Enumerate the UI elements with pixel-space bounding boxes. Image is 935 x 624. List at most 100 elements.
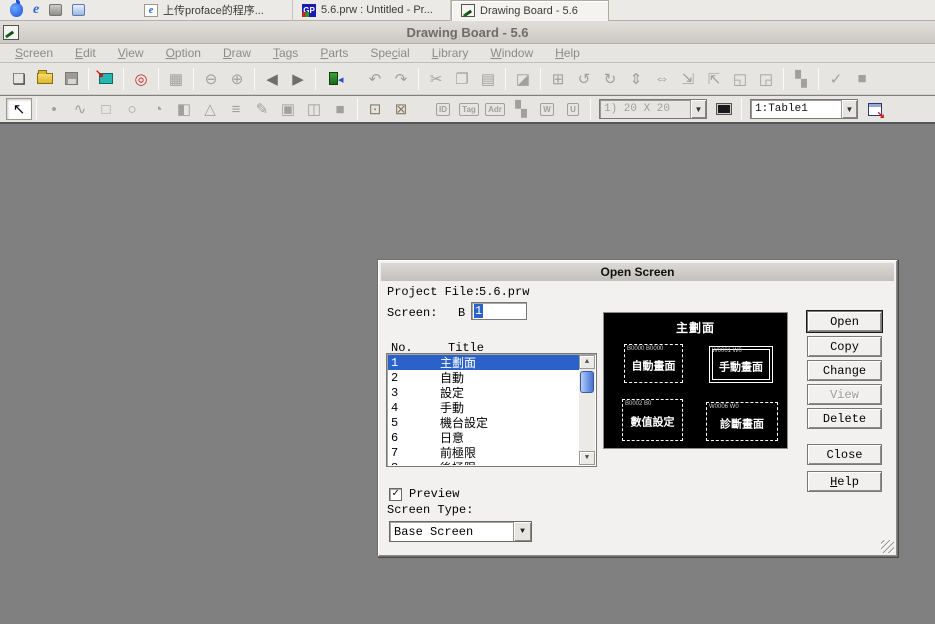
- scrollbar-thumb[interactable]: [580, 371, 594, 393]
- close-button[interactable]: Close: [807, 444, 882, 465]
- drive-icon[interactable]: [49, 4, 62, 16]
- delete-button[interactable]: Delete: [807, 408, 882, 429]
- screen-list: 1主劃面2自動3設定4手動5機台設定6日意7前極限8後極限 ▲ ▼: [386, 353, 597, 467]
- list-item[interactable]: 2自動: [388, 370, 579, 385]
- screen-prefix: B: [458, 306, 465, 320]
- taskbar-tab-0[interactable]: e上传proface的程序...: [135, 0, 293, 21]
- preview-button-label: 診斷畫面: [707, 415, 777, 431]
- list-item[interactable]: 5機台設定: [388, 415, 579, 430]
- menu-option[interactable]: Option: [155, 46, 212, 60]
- simulation-icon: ▦: [169, 70, 183, 88]
- menu-edit[interactable]: Edit: [64, 46, 107, 60]
- select-tool-button[interactable]: ↖: [6, 98, 32, 120]
- line-tool-icon: ∿: [74, 100, 87, 118]
- preview-button-label: 手動畫面: [710, 358, 772, 374]
- window-app-icon[interactable]: [72, 4, 85, 16]
- preview-button: W0006 W0診斷畫面: [706, 402, 778, 441]
- menu-library[interactable]: Library: [421, 46, 480, 60]
- screen-label: Screen:: [387, 306, 437, 320]
- next-screen-button[interactable]: ▶: [285, 67, 311, 91]
- taskbar-tab-2[interactable]: Drawing Board - 5.6: [451, 0, 609, 21]
- shrink-icon: ⇲: [682, 70, 695, 88]
- load-screen-button[interactable]: ⊡: [362, 98, 388, 120]
- menu-window[interactable]: Window: [479, 46, 544, 60]
- load-screen-icon: ⊡: [369, 100, 382, 118]
- filled-rect-tool-button: ■: [327, 98, 353, 120]
- menu-tags[interactable]: Tags: [262, 46, 309, 60]
- window-title: Drawing Board - 5.6: [0, 25, 935, 40]
- menu-view[interactable]: View: [107, 46, 155, 60]
- list-item[interactable]: 1主劃面: [388, 355, 579, 370]
- scroll-down-icon[interactable]: ▼: [579, 451, 595, 465]
- project-file-label: Project File:: [387, 285, 481, 299]
- image-tool-icon: ▣: [281, 100, 295, 118]
- redo-icon: ↷: [395, 70, 408, 88]
- w-tool-icon: W: [540, 103, 554, 116]
- screen-type-combo[interactable]: Base Screen ▼: [389, 521, 532, 542]
- apple-icon[interactable]: [10, 3, 23, 17]
- previous-screen-icon: ◀: [266, 70, 278, 88]
- menu-screen[interactable]: Screen: [4, 46, 64, 60]
- open-screen-dialog: Open Screen Project File: 5.6.prw Screen…: [377, 259, 898, 557]
- open-button[interactable]: Open: [807, 311, 882, 332]
- open-file-button[interactable]: [32, 67, 58, 91]
- change-button[interactable]: Change: [807, 360, 882, 381]
- list-item[interactable]: 8後極限: [388, 460, 579, 465]
- resize-grip[interactable]: [881, 540, 894, 553]
- toolbar-separator: [540, 68, 541, 90]
- screen-number-input[interactable]: 1: [471, 302, 527, 320]
- screen-number: 4: [388, 401, 440, 415]
- alarm-editor-button[interactable]: ◎: [128, 67, 154, 91]
- new-file-button[interactable]: ❏: [6, 67, 32, 91]
- transfer-screen-button[interactable]: [93, 67, 119, 91]
- drawing-board-icon: [461, 4, 475, 17]
- preview-checkbox[interactable]: ✓: [389, 488, 402, 501]
- exit-button[interactable]: [320, 67, 346, 91]
- chevron-down-icon[interactable]: ▼: [841, 100, 857, 118]
- list-item[interactable]: 4手動: [388, 400, 579, 415]
- scroll-up-icon[interactable]: ▲: [579, 355, 595, 369]
- list-item[interactable]: 3設定: [388, 385, 579, 400]
- dot-tool-icon: •: [51, 101, 56, 118]
- id-tool-button: ID: [430, 98, 456, 120]
- load-mark-button[interactable]: ⊠: [388, 98, 414, 120]
- dot-tool-button: •: [41, 98, 67, 120]
- exit-icon: [329, 72, 338, 85]
- menu-draw[interactable]: Draw: [212, 46, 262, 60]
- copy-button[interactable]: Copy: [807, 336, 882, 357]
- preview-button-label: 自動畫面: [625, 357, 682, 373]
- list-scrollbar[interactable]: ▲ ▼: [579, 355, 595, 465]
- mask-tool-button: ◫: [301, 98, 327, 120]
- copy-button: ❐: [449, 67, 475, 91]
- list-item[interactable]: 7前極限: [388, 445, 579, 460]
- list-item[interactable]: 6日意: [388, 430, 579, 445]
- chevron-down-icon[interactable]: ▼: [513, 522, 531, 541]
- taskbar: e e上传proface的程序...GP5.6.prw : Untitled -…: [0, 0, 935, 21]
- zoom-out-button: ⊖: [198, 67, 224, 91]
- menu-help[interactable]: Help: [544, 46, 591, 60]
- shrink-button: ⇲: [675, 67, 701, 91]
- ie-icon[interactable]: e: [33, 3, 39, 17]
- screen-layout-button[interactable]: [711, 98, 737, 120]
- fill-color-button: ■: [849, 67, 875, 91]
- window-titlebar: Drawing Board - 5.6: [0, 21, 935, 44]
- toolbar-separator: [36, 98, 37, 120]
- menu-parts[interactable]: Parts: [309, 46, 359, 60]
- screen-number: 1: [388, 356, 440, 370]
- dialog-titlebar[interactable]: Open Screen: [381, 263, 894, 281]
- view-button: View: [807, 384, 882, 405]
- polygon-tool-icon: △: [204, 100, 216, 118]
- toolbar-separator: [158, 68, 159, 90]
- toolbar-separator: [818, 68, 819, 90]
- zoom-in-icon: ⊕: [231, 70, 244, 88]
- marker-tool-button: ✎: [249, 98, 275, 120]
- load-mark-icon: ⊠: [395, 100, 408, 118]
- table-combo[interactable]: 1:Table1▼: [750, 99, 858, 119]
- taskbar-tab-1[interactable]: GP5.6.prw : Untitled - Pr...: [293, 0, 451, 21]
- arc-tool-button: ◔: [145, 98, 171, 120]
- menu-special[interactable]: Special: [359, 46, 420, 60]
- previous-screen-button[interactable]: ◀: [259, 67, 285, 91]
- table-combo-value: 1:Table1: [751, 103, 841, 115]
- help-button[interactable]: Help: [807, 471, 882, 492]
- table-editor-button[interactable]: [862, 98, 888, 120]
